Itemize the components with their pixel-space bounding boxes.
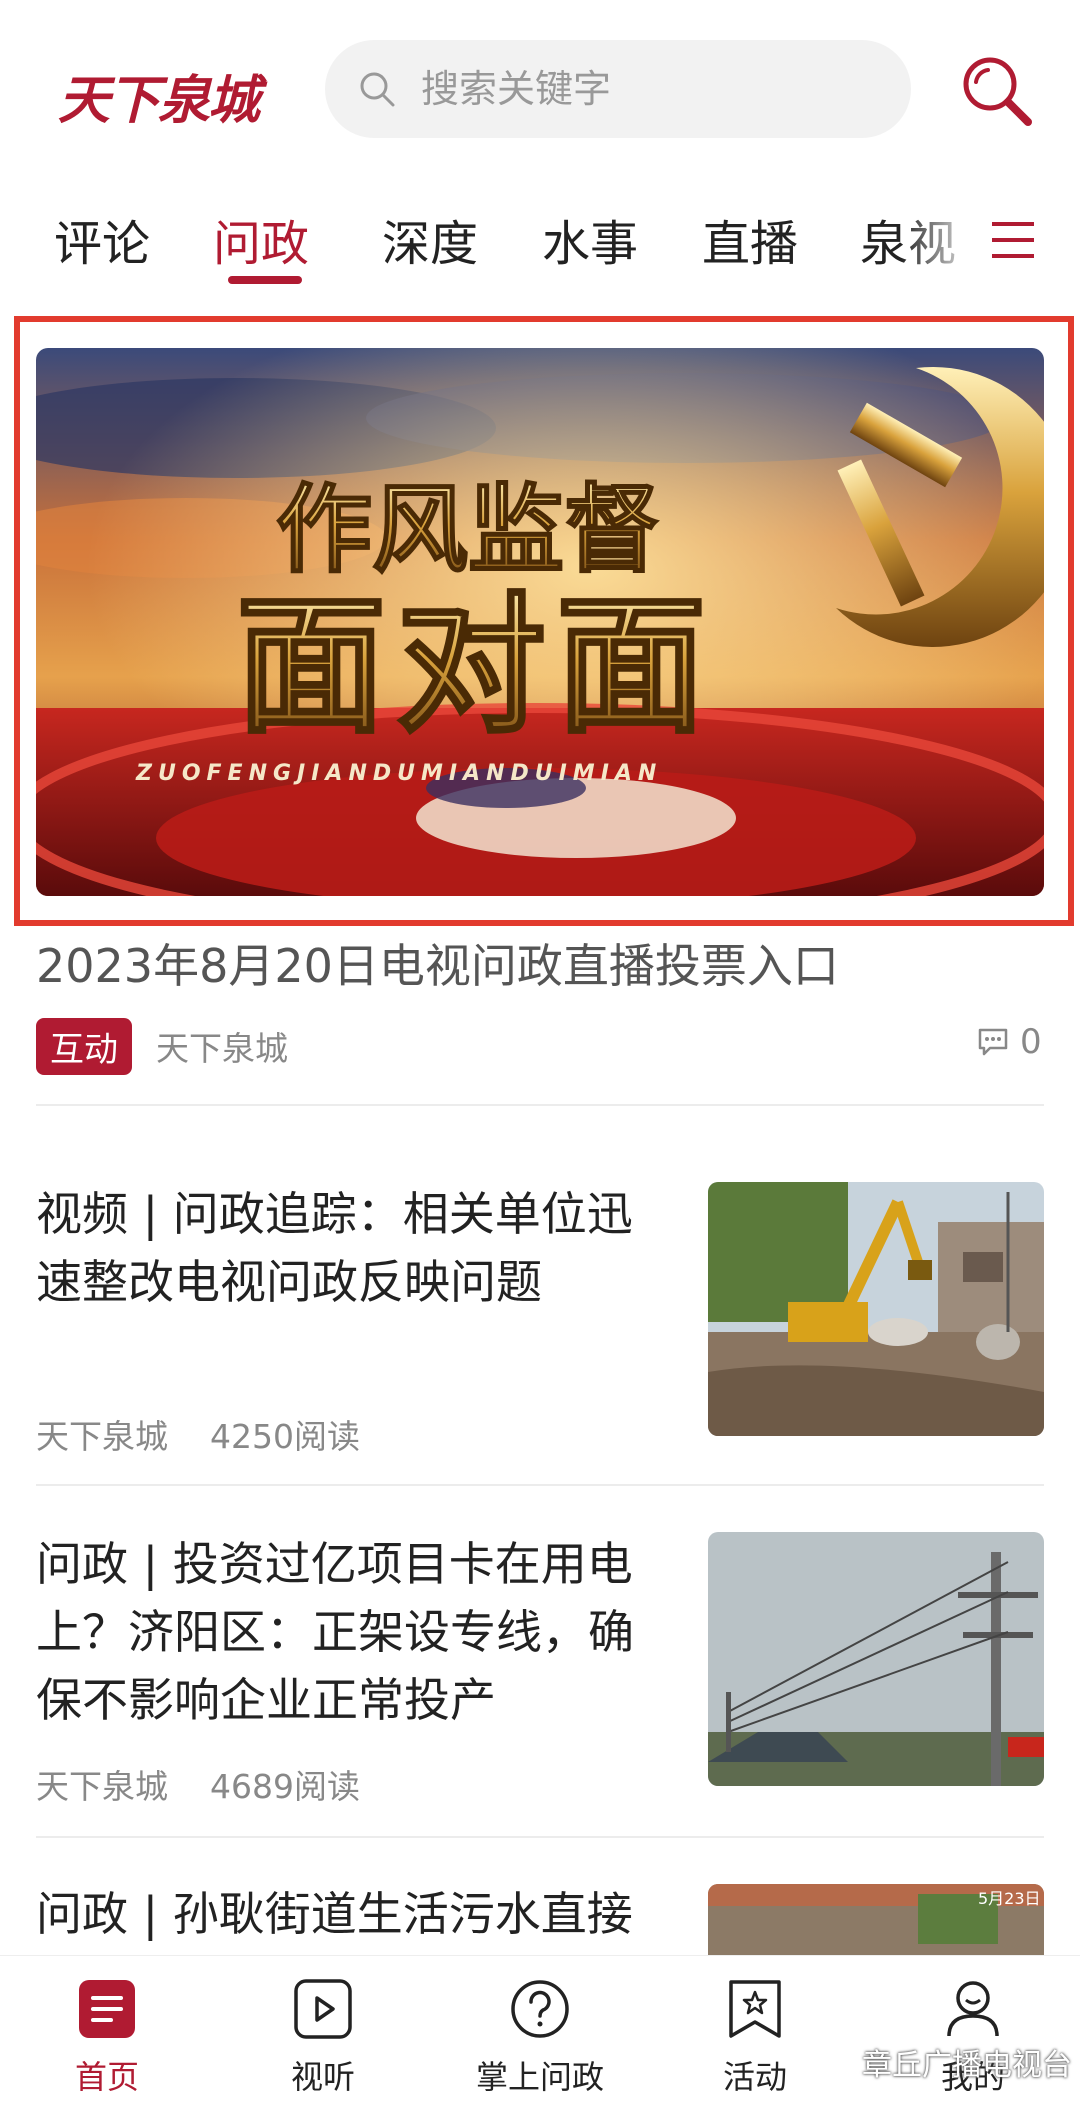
article-reads: 4250阅读: [210, 1417, 360, 1456]
power-line-image: [708, 1532, 1044, 1786]
banner-title-line1: 作风监督: [276, 474, 660, 586]
comment-count-value: 0: [1020, 1022, 1042, 1062]
app-header: 天下泉城: [0, 0, 1080, 180]
active-tab-indicator: [228, 276, 302, 284]
search-button-icon[interactable]: [958, 52, 1034, 128]
article-title[interactable]: 视频 | 问政追踪：相关单位迅速整改电视问政反映问题: [36, 1180, 676, 1316]
sewage-scene-image: 5月23日: [708, 1884, 1044, 1964]
article-thumbnail[interactable]: 5月23日: [708, 1884, 1044, 1964]
nav-wenzheng[interactable]: 掌上问政: [455, 1956, 625, 2096]
article-thumbnail[interactable]: [708, 1182, 1044, 1436]
excavator-image: [708, 1182, 1044, 1436]
featured-source: 天下泉城: [156, 1029, 288, 1068]
article-title[interactable]: 问政 | 投资过亿项目卡在用电上？济阳区：正架设专线，确保不影响企业正常投产: [36, 1530, 676, 1734]
watermark: 章丘广播电视台: [812, 2040, 1072, 2084]
tab-pinglun[interactable]: 评论: [54, 204, 150, 274]
category-tabs: 评论 问政 深度 水事 直播 泉视: [0, 190, 1080, 300]
nav-home-label: 首页: [74, 2058, 139, 2096]
wechat-icon: [812, 2045, 855, 2078]
featured-title[interactable]: 2023年8月20日电视问政直播投票入口: [36, 930, 839, 996]
menu-icon[interactable]: [988, 210, 1038, 270]
home-icon: [79, 1980, 135, 2038]
interaction-badge: 互动: [36, 1018, 132, 1075]
tab-shendu[interactable]: 深度: [382, 204, 478, 274]
divider: [36, 1836, 1044, 1838]
article-reads: 4689阅读: [210, 1767, 360, 1806]
watermark-text: 章丘广播电视台: [862, 2048, 1072, 2083]
user-icon: [947, 1981, 999, 2037]
article-source: 天下泉城: [36, 1417, 168, 1456]
nav-home[interactable]: 首页: [22, 1956, 192, 2096]
search-icon: [360, 72, 395, 107]
comment-icon: [978, 1028, 1008, 1056]
tab-shuishi[interactable]: 水事: [542, 204, 638, 274]
banner-title-line2: 面对面: [236, 580, 716, 754]
tab-zhibo[interactable]: 直播: [702, 204, 798, 274]
featured-banner[interactable]: 作风监督 面对面 ZUOFENGJIANDUMIANDUIMIAN: [36, 348, 1044, 896]
nav-wenzheng-label: 掌上问政: [475, 2058, 604, 2096]
banner-pinyin: ZUOFENGJIANDUMIANDUIMIAN: [135, 761, 662, 786]
search-bar[interactable]: [325, 40, 911, 138]
banner-image: 作风监督 面对面 ZUOFENGJIANDUMIANDUIMIAN: [36, 348, 1044, 896]
tab-wenzheng[interactable]: 问政: [213, 204, 309, 274]
article-source: 天下泉城: [36, 1767, 168, 1806]
bookmark-star-icon: [729, 1980, 781, 2038]
play-icon: [294, 1979, 352, 2039]
question-icon: [511, 1980, 569, 2038]
nav-video[interactable]: 视听: [238, 1956, 408, 2096]
thumb-date: 5月23日: [978, 1889, 1041, 1908]
article-title[interactable]: 问政 | 孙耿街道生活污水直接: [36, 1880, 676, 1948]
divider: [36, 1484, 1044, 1486]
divider: [36, 1104, 1044, 1106]
nav-video-label: 视听: [290, 2058, 355, 2096]
app-logo[interactable]: 天下泉城: [58, 58, 260, 133]
article-thumbnail[interactable]: [708, 1532, 1044, 1786]
search-input[interactable]: [419, 66, 863, 112]
comment-count[interactable]: 0: [976, 1022, 1042, 1062]
